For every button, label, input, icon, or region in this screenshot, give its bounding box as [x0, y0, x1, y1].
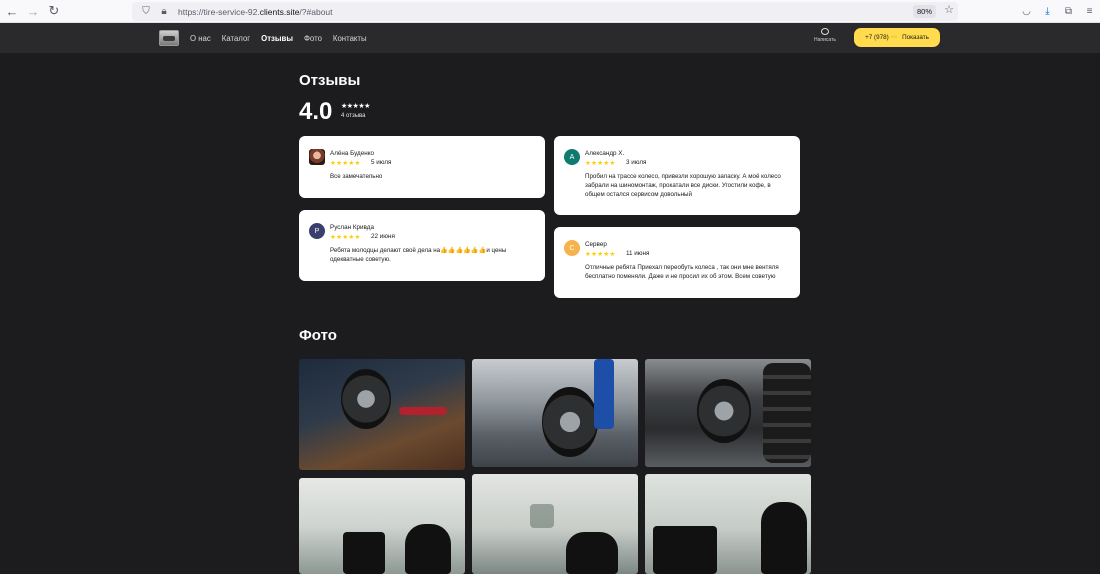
- show-phone-button[interactable]: +7 (978) ••• Показать: [854, 28, 940, 47]
- site-header: О нас Каталог Отзывы Фото Контакты Напис…: [0, 23, 1100, 53]
- machine-image: [566, 532, 618, 574]
- extensions-icon[interactable]: ⧉: [1058, 0, 1079, 23]
- review-card: А Александр Х. ★★★★★ 3 июля Пробил на тр…: [554, 136, 800, 215]
- review-author: Руслан Кривда: [330, 224, 374, 231]
- review-card: Р Руслан Кривда ★★★★★ 22 июня Ребята мол…: [299, 210, 545, 281]
- tire-image: [542, 387, 598, 457]
- review-text: Отличные ребята Приехал переобуть колеса…: [585, 264, 779, 280]
- download-icon[interactable]: ⤓: [1037, 0, 1058, 23]
- review-date: 3 июля: [626, 159, 647, 166]
- toolbar-icons: ◡ ⤓ ⧉ ≡: [1016, 0, 1100, 23]
- review-stars: ★★★★★: [330, 160, 361, 167]
- avatar: С: [564, 240, 580, 256]
- review-date: 11 июня: [626, 250, 650, 257]
- jack-image: [399, 407, 447, 415]
- review-card: Алёна Буденко ★★★★★ 5 июля Все замечател…: [299, 136, 545, 198]
- review-stars: ★★★★★: [585, 160, 616, 167]
- monitor-image: [343, 532, 385, 574]
- reviews-count[interactable]: 4 отзыва: [341, 113, 365, 119]
- gallery-photo[interactable]: [645, 474, 811, 574]
- chat-bubble-icon: [821, 28, 829, 35]
- review-author: Александр Х.: [585, 150, 625, 157]
- gallery-photo[interactable]: [472, 474, 638, 574]
- review-text: Пробил на трассе колесо, привезли хорошу…: [585, 173, 781, 198]
- tire-image: [697, 379, 751, 443]
- shield-icon[interactable]: ⛉: [138, 4, 154, 20]
- gallery-photo[interactable]: [299, 478, 465, 574]
- forward-icon[interactable]: →: [22, 0, 44, 23]
- reload-icon[interactable]: ↻: [43, 0, 65, 23]
- rating-value: 4.0: [299, 98, 333, 125]
- review-text: Все замечательно: [330, 173, 383, 180]
- review-text: Ребята молодцы делают своё дела на👍👍👍👍👍👍…: [330, 247, 507, 263]
- review-stars: ★★★★★: [330, 234, 361, 241]
- gallery-photo[interactable]: [299, 359, 465, 470]
- nav-contacts[interactable]: Контакты: [333, 34, 367, 43]
- back-icon[interactable]: ←: [1, 0, 23, 23]
- monitor-image: [653, 526, 717, 574]
- nav-catalog[interactable]: Каталог: [222, 34, 250, 43]
- avatar: А: [564, 149, 580, 165]
- menu-icon[interactable]: ≡: [1079, 0, 1100, 23]
- show-phone-label: Показать: [902, 34, 929, 41]
- avatar: [309, 149, 325, 165]
- tire-stack-image: [763, 363, 811, 463]
- gallery-photo[interactable]: [472, 359, 638, 467]
- write-button[interactable]: Написать: [812, 28, 838, 50]
- lock-icon[interactable]: 🔒︎: [156, 4, 172, 20]
- review-date: 5 июля: [371, 159, 392, 166]
- zoom-badge[interactable]: 80%: [912, 5, 936, 18]
- pocket-icon[interactable]: ◡: [1016, 0, 1037, 23]
- window-image: [530, 504, 554, 528]
- bookmark-star-icon[interactable]: ☆: [944, 3, 954, 16]
- site-logo[interactable]: [159, 30, 179, 46]
- review-date: 22 июня: [371, 233, 395, 240]
- phone-hidden: •••: [890, 34, 898, 41]
- nav-about[interactable]: О нас: [190, 34, 211, 43]
- photos-title: Фото: [299, 327, 337, 344]
- machine-image: [405, 524, 451, 574]
- main-nav: О нас Каталог Отзывы Фото Контакты: [190, 23, 378, 53]
- url-text: https://tire-service-92.clients.site/?#a…: [178, 6, 333, 17]
- review-author: Сервер: [585, 241, 607, 248]
- phone-number: +7 (978): [865, 34, 889, 41]
- write-label: Написать: [814, 37, 836, 43]
- gallery-photo[interactable]: [645, 359, 811, 467]
- nav-photos[interactable]: Фото: [304, 34, 322, 43]
- review-author: Алёна Буденко: [330, 150, 375, 157]
- browser-toolbar: ← → ↻ ⛉ 🔒︎ https://tire-service-92.clien…: [0, 0, 1100, 23]
- tire-image: [341, 369, 391, 429]
- address-bar[interactable]: ⛉ 🔒︎ https://tire-service-92.clients.sit…: [132, 2, 958, 21]
- avatar: Р: [309, 223, 325, 239]
- nav-reviews[interactable]: Отзывы: [261, 34, 293, 43]
- machine-image: [761, 502, 807, 574]
- mechanic-image: [594, 359, 614, 429]
- reviews-title: Отзывы: [299, 72, 361, 89]
- review-stars: ★★★★★: [585, 251, 616, 258]
- rating-stars: ★★★★★: [341, 103, 370, 110]
- review-card: С Сервер ★★★★★ 11 июня Отличные ребята П…: [554, 227, 800, 298]
